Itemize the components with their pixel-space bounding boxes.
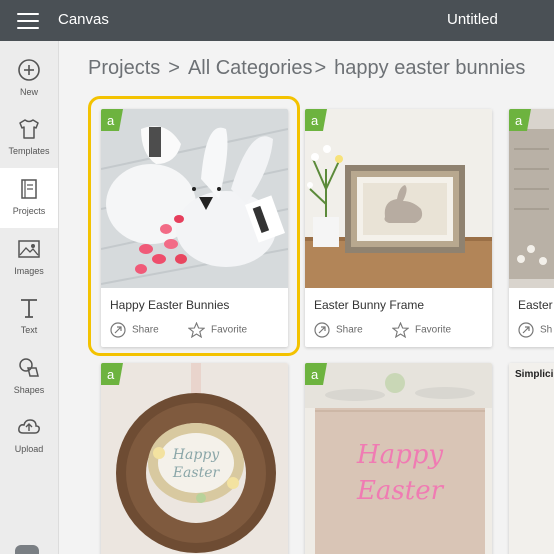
project-image bbox=[509, 109, 554, 288]
sidebar-bottom-tab[interactable] bbox=[15, 545, 39, 554]
project-image-easter-bunnies bbox=[101, 109, 288, 288]
sidebar-label-upload: Upload bbox=[14, 444, 44, 454]
share-label: Share bbox=[336, 324, 363, 336]
share-button[interactable]: Share bbox=[110, 322, 159, 338]
plus-circle-icon bbox=[18, 59, 40, 81]
hamburger-menu-icon[interactable] bbox=[17, 13, 39, 29]
project-card[interactable]: a Easter Sh bbox=[509, 109, 554, 347]
sidebar: New Templates Projects Images Text Shape… bbox=[0, 41, 59, 554]
star-icon bbox=[187, 321, 206, 339]
breadcrumb-separator: > bbox=[168, 57, 180, 80]
premium-badge-icon: a bbox=[509, 109, 531, 131]
svg-text:Easter: Easter bbox=[172, 465, 221, 481]
project-title: Easter bbox=[518, 298, 553, 312]
svg-text:Happy: Happy bbox=[356, 440, 443, 470]
sidebar-label-text: Text bbox=[20, 325, 38, 335]
svg-text:a: a bbox=[311, 367, 319, 382]
sidebar-label-shapes: Shapes bbox=[13, 385, 45, 395]
share-label: Share bbox=[132, 324, 159, 336]
image-icon bbox=[18, 240, 40, 258]
sidebar-label-new: New bbox=[19, 87, 38, 97]
breadcrumb-projects[interactable]: Projects bbox=[88, 57, 160, 79]
favorite-button[interactable]: Favorite bbox=[391, 321, 452, 339]
project-title: Easter Bunny Frame bbox=[314, 298, 425, 312]
sidebar-label-projects: Projects bbox=[12, 206, 46, 216]
tshirt-icon bbox=[19, 119, 39, 139]
svg-text:a: a bbox=[515, 113, 523, 128]
favorite-label: Favorite bbox=[415, 324, 452, 336]
breadcrumb-current: happy easter bunnies bbox=[334, 57, 526, 80]
share-icon bbox=[518, 322, 534, 338]
premium-badge-icon: a bbox=[101, 109, 123, 131]
text-icon bbox=[21, 299, 37, 318]
sidebar-item-projects[interactable]: Projects bbox=[0, 168, 58, 228]
project-card[interactable]: a Easter Bunny Frame Share Favorite bbox=[305, 109, 492, 347]
projects-icon bbox=[21, 179, 37, 199]
project-card[interactable]: Happy Easter a bbox=[305, 363, 492, 554]
sidebar-item-text[interactable]: Text bbox=[0, 287, 58, 347]
sidebar-item-images[interactable]: Images bbox=[0, 228, 58, 288]
top-bar: Canvas Untitled bbox=[0, 0, 554, 41]
project-card[interactable]: a Happy Easter Bunnies Share Favorite bbox=[101, 109, 288, 347]
star-icon bbox=[391, 321, 410, 339]
app-title: Canvas bbox=[58, 11, 109, 28]
share-label: Sh bbox=[540, 324, 553, 336]
project-title: Happy Easter Bunnies bbox=[110, 298, 230, 312]
project-card[interactable]: Happy Easter a bbox=[101, 363, 288, 554]
document-title[interactable]: Untitled bbox=[447, 11, 498, 28]
project-image-bunny-frame bbox=[305, 109, 492, 288]
sidebar-item-shapes[interactable]: Shapes bbox=[0, 347, 58, 407]
premium-badge-icon: a bbox=[305, 109, 327, 131]
favorite-label: Favorite bbox=[211, 324, 248, 336]
favorite-button[interactable]: Favorite bbox=[187, 321, 248, 339]
svg-text:Easter: Easter bbox=[356, 476, 445, 506]
project-image-table-runner: Happy Easter bbox=[305, 363, 492, 554]
share-button[interactable]: Share bbox=[314, 322, 363, 338]
breadcrumb-separator: > bbox=[314, 57, 327, 80]
share-icon bbox=[110, 322, 126, 338]
upload-cloud-icon bbox=[18, 419, 40, 434]
project-card[interactable]: Simplici bbox=[509, 363, 554, 554]
share-icon bbox=[314, 322, 330, 338]
svg-text:Happy: Happy bbox=[172, 447, 220, 463]
svg-text:a: a bbox=[107, 367, 115, 382]
sidebar-label-images: Images bbox=[14, 266, 44, 276]
premium-badge-icon: a bbox=[101, 363, 123, 385]
svg-text:a: a bbox=[107, 113, 115, 128]
project-image-text: Simplici bbox=[515, 369, 554, 380]
project-image-wreath: Happy Easter bbox=[101, 363, 288, 554]
sidebar-item-new[interactable]: New bbox=[0, 49, 58, 109]
breadcrumb-all-categories[interactable]: All Categories bbox=[188, 57, 313, 79]
sidebar-item-templates[interactable]: Templates bbox=[0, 108, 58, 168]
svg-text:a: a bbox=[311, 113, 319, 128]
share-button[interactable]: Sh bbox=[518, 322, 552, 338]
sidebar-label-templates: Templates bbox=[8, 146, 50, 156]
sidebar-item-upload[interactable]: Upload bbox=[0, 406, 58, 466]
breadcrumb: Projects > All Categories > happy easter bun… bbox=[88, 57, 525, 80]
premium-badge-icon: a bbox=[305, 363, 327, 385]
shapes-icon bbox=[19, 358, 39, 377]
project-image: Simplici bbox=[509, 363, 554, 554]
